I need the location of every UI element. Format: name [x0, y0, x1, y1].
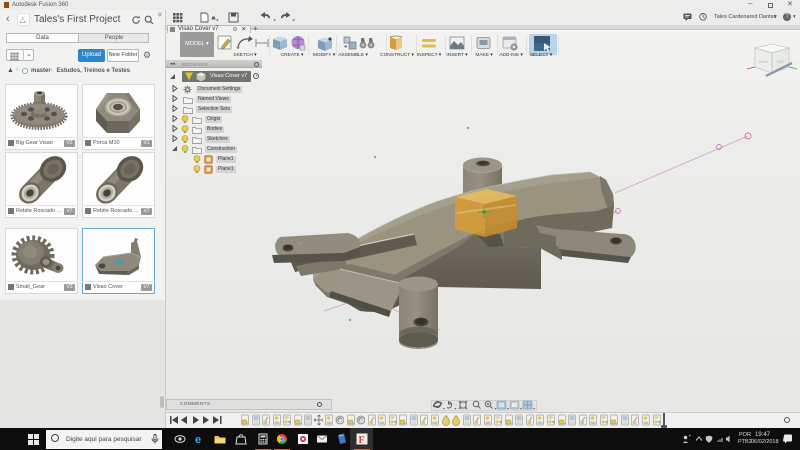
svg-text:e: e	[195, 434, 201, 445]
svg-text:BAIX: BAIX	[759, 59, 768, 64]
svg-text:DIR: DIR	[777, 59, 784, 64]
svg-text:F: F	[359, 435, 365, 445]
